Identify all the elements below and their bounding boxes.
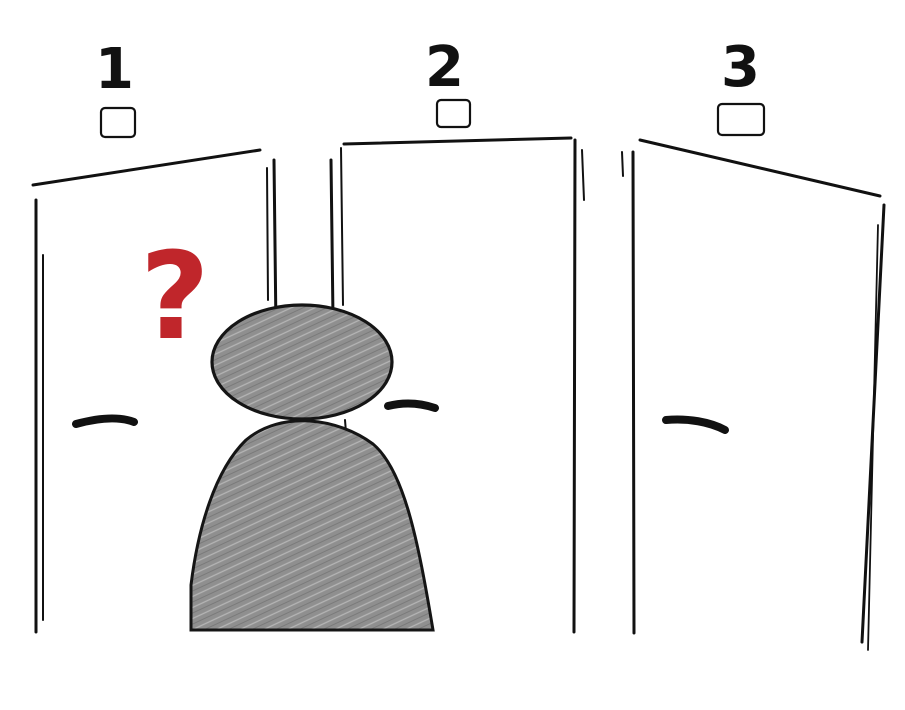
door-2-left-edge-inner (340, 147, 344, 306)
door-handle-icon[interactable] (662, 415, 729, 434)
door-2-number: 2 (425, 35, 464, 100)
person-body (189, 419, 435, 632)
door-1-top-edge (31, 148, 262, 187)
blank-sign-icon (99, 106, 137, 139)
blank-sign-icon (716, 102, 766, 137)
door-3-left-edge (631, 150, 636, 635)
door-handle-icon[interactable] (72, 414, 138, 428)
door-3-number: 3 (721, 35, 760, 100)
door-2-left-edge (329, 158, 335, 320)
door-3-top-edge (638, 138, 882, 198)
question-mark-icon: ? (140, 228, 210, 367)
door-handle-icon[interactable] (384, 399, 439, 412)
person-head (210, 303, 394, 421)
blank-sign-icon (435, 98, 472, 129)
door-1-right-edge (272, 158, 278, 332)
person-figure (189, 303, 435, 632)
door-3-right-edge-inner (867, 224, 879, 651)
door-2-top-edge (342, 136, 573, 146)
door-3-left-edge-inner (621, 151, 624, 177)
door-2-right-edge-inner (581, 149, 585, 201)
door-1-right-edge-inner (266, 167, 269, 301)
door-3[interactable]: 3 (621, 35, 886, 651)
three-doors-scene: 1 2 3 ? (31, 35, 886, 651)
door-2-right-edge (572, 138, 577, 634)
door-1-number: 1 (95, 37, 134, 102)
